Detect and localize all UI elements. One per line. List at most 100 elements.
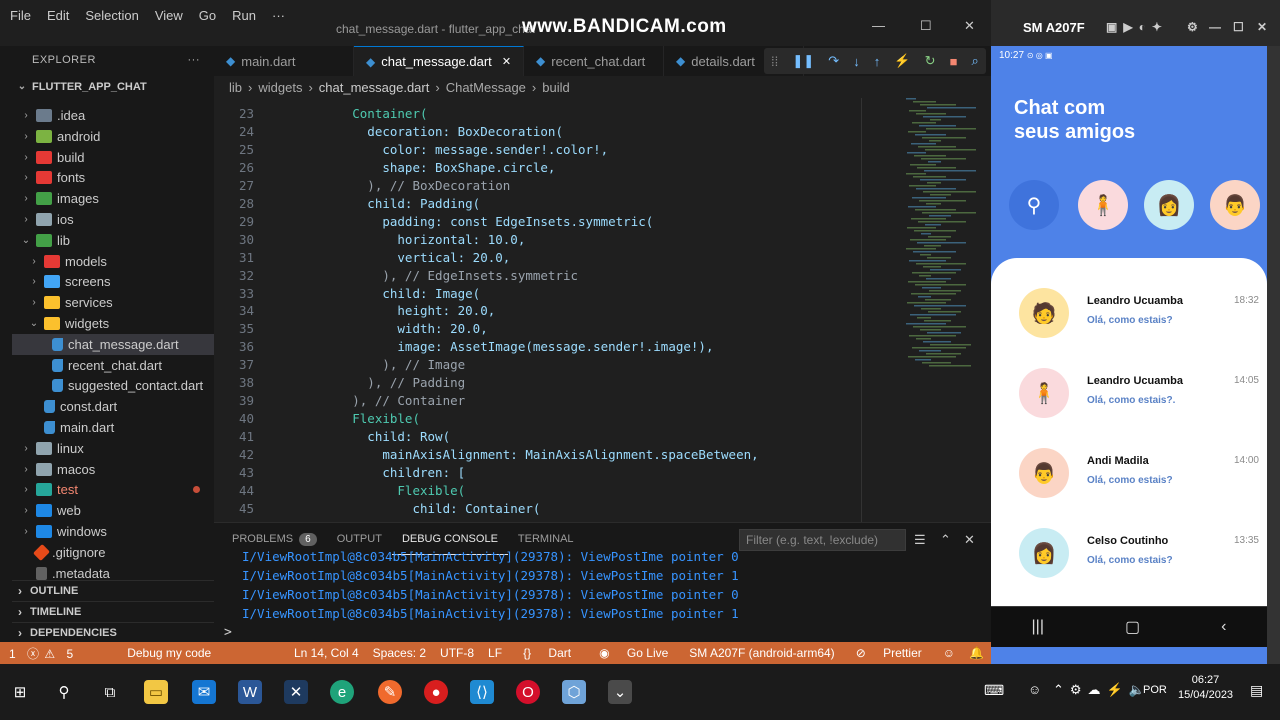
line-ending[interactable]: LF xyxy=(481,646,509,660)
breadcrumb-item[interactable]: lib xyxy=(229,80,242,95)
tree-folder[interactable]: › .idea xyxy=(12,105,214,126)
restart-icon[interactable]: ↻ xyxy=(925,53,936,69)
pause-icon[interactable]: ❚❚ xyxy=(792,53,814,69)
menu-item[interactable]: Go xyxy=(191,8,224,23)
tree-file[interactable]: .gitignore xyxy=(12,542,214,563)
chat-list-item[interactable]: 👩 Celso Coutinho Olá, como estais? 13:35 xyxy=(1019,528,1259,588)
tab-main[interactable]: ◆ main.dart xyxy=(214,46,354,76)
phone-screen[interactable]: 10:27 ⊙ ◎ ▣ Chat com seus amigos ⚲ 🧍 👩 👨… xyxy=(991,46,1267,606)
tree-folder[interactable]: › web xyxy=(12,500,214,521)
language-indicator[interactable]: POR xyxy=(1143,684,1167,696)
close-tab-icon[interactable]: ✕ xyxy=(502,55,511,68)
tree-folder[interactable]: › test xyxy=(12,479,214,500)
go-live-button[interactable]: ◉ Go Live xyxy=(585,646,682,660)
console-prompt[interactable]: > xyxy=(224,625,232,640)
tab-recent-chat[interactable]: ◆ recent_chat.dart xyxy=(524,46,665,76)
stop-icon[interactable]: ■ xyxy=(950,54,958,69)
explorer-more-icon[interactable]: ··· xyxy=(188,54,201,66)
breadcrumb-item[interactable]: build xyxy=(542,80,569,95)
tree-folder[interactable]: › windows xyxy=(12,521,214,542)
list-filter-icon[interactable]: ☰ xyxy=(914,532,926,548)
tree-file[interactable]: recent_chat.dart xyxy=(12,355,214,376)
indentation[interactable]: Spaces: 2 xyxy=(366,646,433,660)
tree-folder[interactable]: ⌄ lib xyxy=(12,230,214,251)
menu-item[interactable]: Run xyxy=(224,8,264,23)
language-mode[interactable]: {} Dart xyxy=(509,646,585,660)
notifications-center-icon[interactable]: ▤ xyxy=(1250,682,1263,699)
tree-folder[interactable]: › build xyxy=(12,147,214,168)
recent-apps-icon[interactable]: ||| xyxy=(1032,618,1044,636)
inspect-icon[interactable]: ⌕ xyxy=(972,53,979,69)
search-taskbar-icon[interactable]: ⚲ xyxy=(52,680,76,704)
app-icon[interactable]: ✕ xyxy=(284,680,308,704)
encoding[interactable]: UTF-8 xyxy=(433,646,481,660)
opera-icon[interactable]: O xyxy=(516,680,540,704)
edge-icon[interactable]: e xyxy=(330,680,354,704)
menu-item[interactable]: Selection xyxy=(77,8,146,23)
tree-file[interactable]: suggested_contact.dart xyxy=(12,375,214,396)
breadcrumb-item[interactable]: chat_message.dart xyxy=(319,80,430,95)
windows-start-icon[interactable]: ⊞ xyxy=(8,680,32,704)
chevron-up-icon[interactable]: ⌃ xyxy=(940,532,951,548)
bandicam-icon[interactable]: ● xyxy=(424,680,448,704)
step-into-icon[interactable]: ↓ xyxy=(853,54,860,69)
back-icon[interactable]: ‹ xyxy=(1221,618,1226,636)
vscode-icon[interactable]: ⟨⟩ xyxy=(470,680,494,704)
people-icon[interactable]: ☺ xyxy=(1028,682,1041,697)
tab-chat-message[interactable]: ◆ chat_message.dart ✕ xyxy=(354,46,525,76)
problems-indicator[interactable]: 1 ⓧ ⚠ 5 xyxy=(0,645,87,662)
suggested-contact-3[interactable]: 👨 xyxy=(1210,180,1260,230)
tree-folder[interactable]: › android xyxy=(12,126,214,147)
menu-item[interactable]: View xyxy=(147,8,191,23)
tree-file[interactable]: const.dart xyxy=(12,396,214,417)
phone-toolbar-icons[interactable]: ▣▶◐✦ xyxy=(1106,20,1168,34)
task-view-icon[interactable]: ⧉ xyxy=(98,680,122,704)
tree-folder[interactable]: › macos xyxy=(12,459,214,480)
tree-folder[interactable]: › linux xyxy=(12,438,214,459)
tree-file[interactable]: chat_message.dart xyxy=(12,333,214,355)
tree-folder[interactable]: › screens xyxy=(12,271,214,292)
tree-folder[interactable]: › models xyxy=(12,251,214,272)
tree-folder[interactable]: ⌄ widgets xyxy=(12,313,214,334)
project-root[interactable]: ⌄ FLUTTER_APP_CHAT xyxy=(12,76,214,97)
home-icon[interactable]: ▢ xyxy=(1125,617,1140,637)
menu-item[interactable]: ··· xyxy=(264,8,293,23)
console-filter-input[interactable]: Filter (e.g. text, !exclude) xyxy=(739,529,906,551)
notifications-icon[interactable]: 🔔 xyxy=(962,646,991,660)
prettier-button[interactable]: ⊘ Prettier xyxy=(842,646,936,660)
hot-reload-icon[interactable]: ⚡ xyxy=(894,53,910,69)
drag-handle-icon[interactable]: ⁞⁞ xyxy=(771,54,778,69)
cursor-position[interactable]: Ln 14, Col 4 xyxy=(287,646,366,660)
chat-list-item[interactable]: 👨 Andi Madila Olá, como estais? 14:00 xyxy=(1019,448,1259,508)
minimap[interactable] xyxy=(896,98,986,368)
file-explorer-icon[interactable]: ▭ xyxy=(144,680,168,704)
code-editor[interactable]: 23 Container(24 decoration: BoxDecoratio… xyxy=(214,98,991,522)
settings-icon[interactable]: ⚙ xyxy=(1187,20,1198,34)
virtualbox-icon[interactable]: ⬡ xyxy=(562,680,586,704)
word-icon[interactable]: W xyxy=(238,680,262,704)
search-button[interactable]: ⚲ xyxy=(1009,180,1059,230)
step-over-icon[interactable]: ↷ xyxy=(828,53,839,69)
close-phone-icon[interactable]: ✕ xyxy=(1257,20,1267,34)
clock[interactable]: 06:27 15/04/2023 xyxy=(1178,674,1233,701)
maximize-icon[interactable]: ☐ xyxy=(920,18,932,34)
postman-icon[interactable]: ✎ xyxy=(378,680,402,704)
maximize-phone-icon[interactable]: ☐ xyxy=(1233,20,1244,34)
suggested-contact-2[interactable]: 👩 xyxy=(1144,180,1194,230)
step-out-icon[interactable]: ↑ xyxy=(874,54,881,69)
close-panel-icon[interactable]: ✕ xyxy=(964,532,975,548)
tree-folder[interactable]: › images xyxy=(12,188,214,209)
tray-icons[interactable]: ⌃⚙☁⚡🔈 xyxy=(1053,682,1151,698)
breadcrumb-item[interactable]: ChatMessage xyxy=(446,80,526,95)
tree-folder[interactable]: › ios xyxy=(12,209,214,230)
section-dependencies[interactable]: › DEPENDENCIES xyxy=(12,622,214,643)
debug-status[interactable]: Debug my code xyxy=(87,646,218,660)
minimize-icon[interactable]: — xyxy=(872,18,885,33)
menu-item[interactable]: File xyxy=(2,8,39,23)
minimize-phone-icon[interactable]: — xyxy=(1209,20,1221,34)
keyboard-icon[interactable]: ⌨ xyxy=(984,682,1004,699)
device-selector[interactable]: SM A207F (android-arm64) xyxy=(682,646,841,660)
tree-file[interactable]: main.dart xyxy=(12,417,214,438)
section-outline[interactable]: › OUTLINE xyxy=(12,580,214,601)
tree-folder[interactable]: › services xyxy=(12,292,214,313)
